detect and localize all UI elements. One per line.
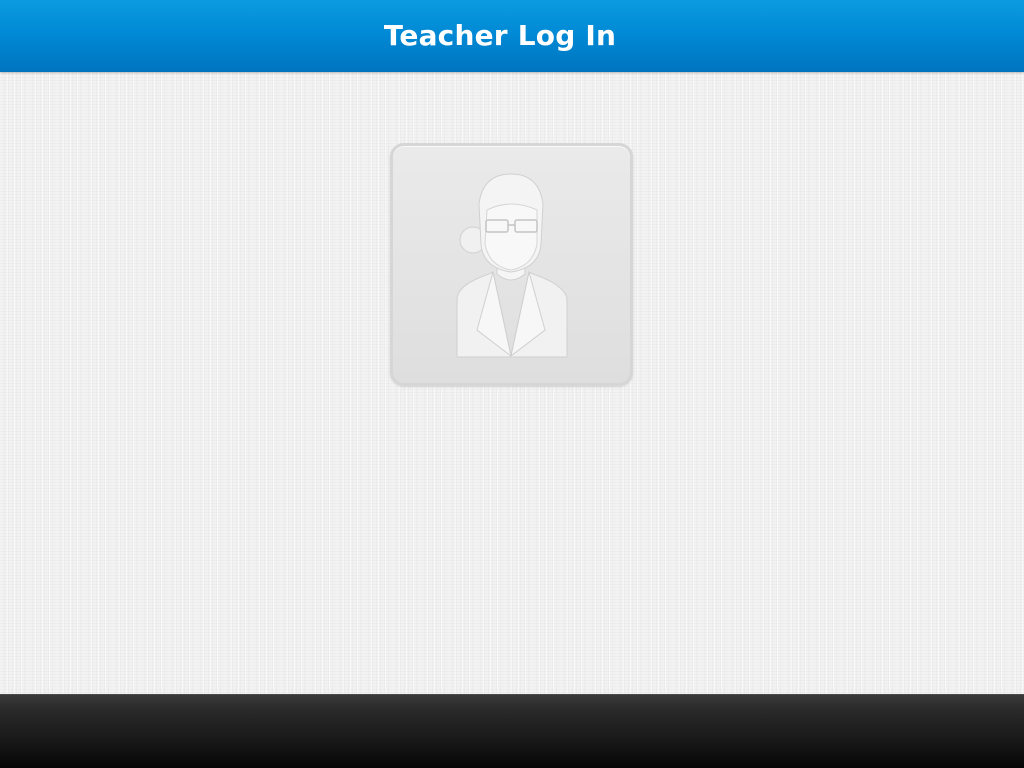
header-bar: Teacher Log In (0, 0, 1024, 72)
bottom-toolbar (0, 694, 1024, 768)
teacher-avatar-button[interactable] (390, 143, 633, 386)
page-title: Teacher Log In (383, 18, 617, 52)
teacher-avatar-icon (456, 173, 568, 358)
